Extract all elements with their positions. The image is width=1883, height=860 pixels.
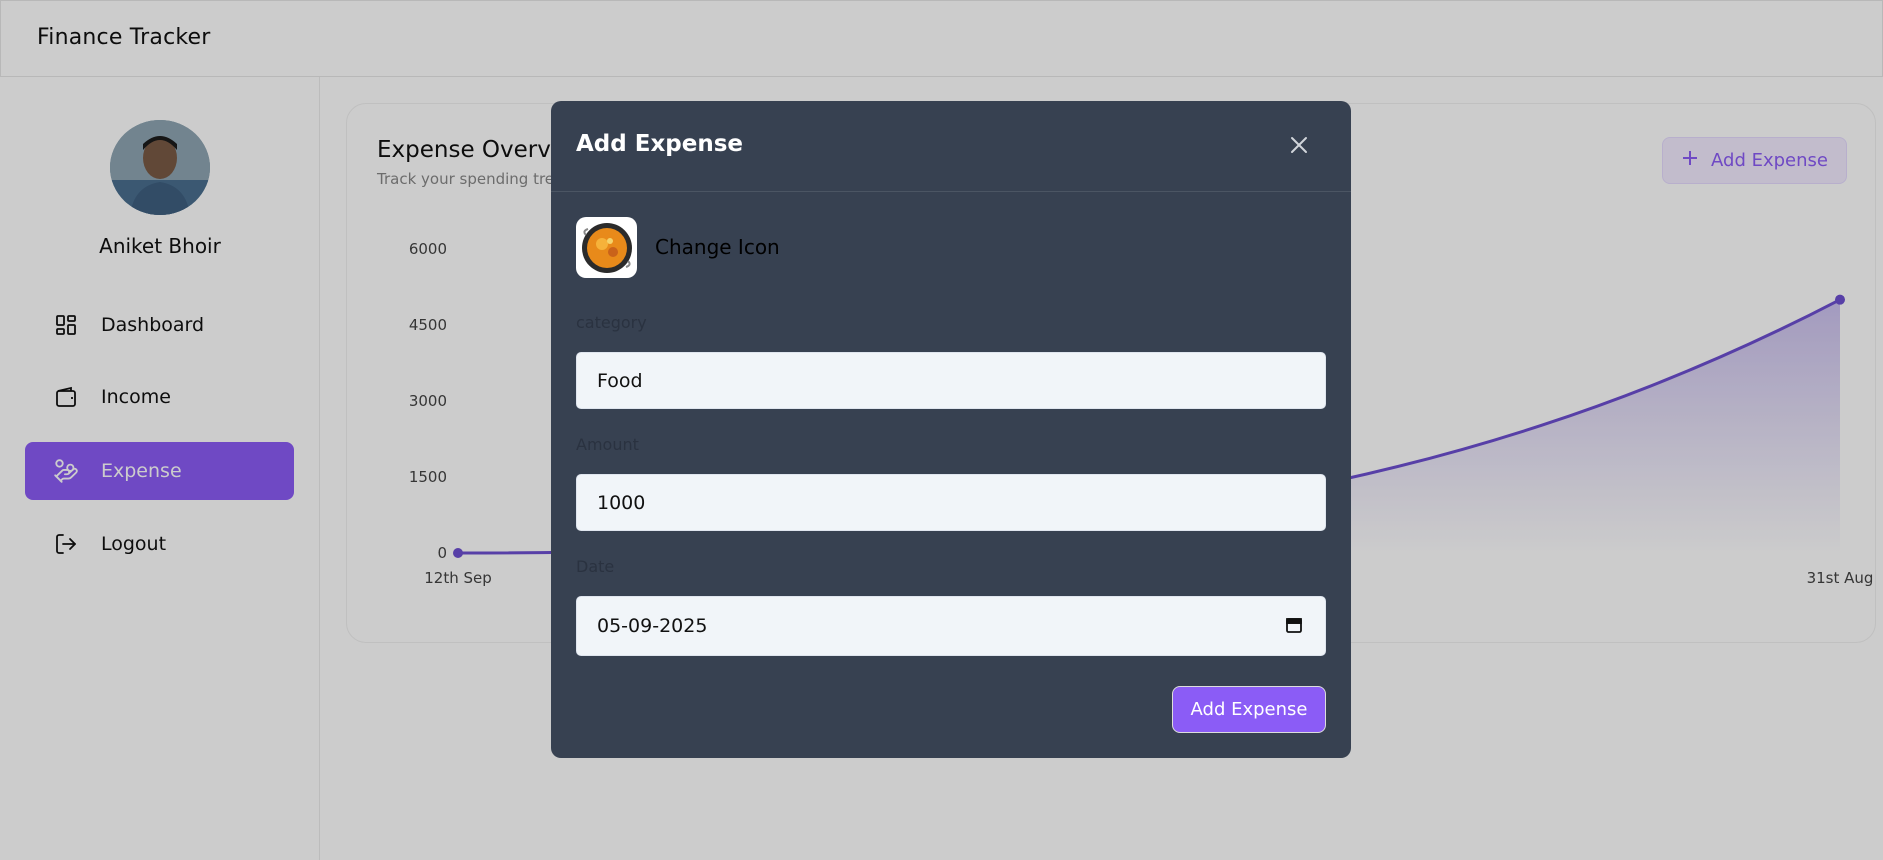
- selected-category-icon[interactable]: [576, 217, 637, 278]
- date-value: 05-09-2025: [597, 615, 708, 637]
- calendar-icon[interactable]: [1285, 616, 1303, 639]
- modal-title: Add Expense: [576, 131, 744, 157]
- category-input[interactable]: Food: [576, 352, 1326, 409]
- add-expense-modal: Add Expense Change Icon category Food Am…: [551, 101, 1351, 758]
- amount-label: Amount: [576, 435, 639, 454]
- change-icon-button[interactable]: Change Icon: [655, 235, 780, 259]
- date-label: Date: [576, 557, 615, 576]
- amount-input[interactable]: 1000: [576, 474, 1326, 531]
- submit-add-expense-button[interactable]: Add Expense: [1172, 686, 1326, 733]
- close-icon[interactable]: [1285, 131, 1313, 159]
- food-bowl-icon: [581, 222, 632, 273]
- date-input[interactable]: 05-09-2025: [576, 596, 1326, 656]
- category-label: category: [576, 313, 647, 332]
- modal-header: Add Expense: [551, 101, 1351, 192]
